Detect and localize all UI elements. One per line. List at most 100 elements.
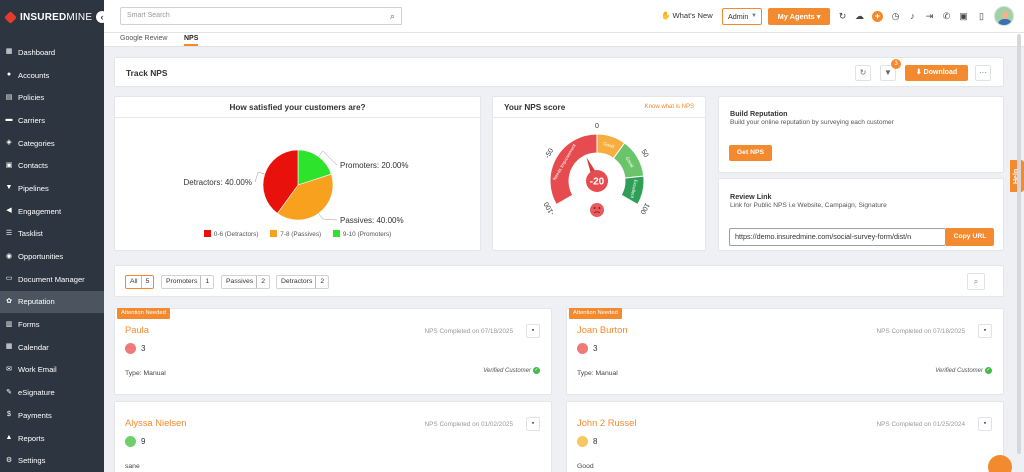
review-url-field[interactable]: https://demo.insuredmine.com/social-surv… bbox=[729, 228, 946, 246]
whats-new-link[interactable]: ✋ What's New bbox=[661, 11, 713, 20]
sidebar-item-label: Work Email bbox=[18, 365, 57, 375]
add-icon[interactable]: + bbox=[872, 11, 883, 22]
sidebar-item-label: eSignature bbox=[18, 388, 55, 398]
nps-card[interactable]: Attention Needed Paula NPS Completed on 07… bbox=[114, 308, 552, 395]
folder-icon: ▭ bbox=[5, 275, 13, 283]
nps-filter-bar: All 5 Promoters 1 Passives 2 Detractors 2 ⌕ bbox=[114, 265, 1004, 297]
sidebar-item-reputation[interactable]: ✿ Reputation bbox=[0, 290, 104, 314]
customer-name[interactable]: John 2 Russel bbox=[577, 417, 636, 428]
mail-icon: ✉ bbox=[6, 365, 12, 373]
legend-passives[interactable]: 7-8 (Passives) bbox=[270, 230, 321, 238]
brand-name-light: MINE bbox=[66, 11, 93, 23]
filter-count-badge: 3 bbox=[891, 59, 901, 69]
sidebar-item-label: Payments bbox=[18, 410, 52, 420]
my-agents-button[interactable]: My Agents ▾ bbox=[768, 8, 830, 25]
search-icon[interactable]: ⌕ bbox=[967, 273, 985, 290]
refresh-button[interactable]: ↻ bbox=[855, 65, 871, 81]
gauge-tick-label: 0 bbox=[595, 123, 599, 130]
filter-promoters[interactable]: Promoters 1 bbox=[161, 275, 215, 289]
sidebar-item-dashboard[interactable]: ▦ Dashboard bbox=[0, 41, 104, 64]
search-icon[interactable]: ⌕ bbox=[384, 7, 402, 25]
copy-url-button[interactable]: Copy URL bbox=[946, 228, 994, 246]
gauge-tick-label: -100 bbox=[543, 200, 556, 216]
refresh-icon[interactable]: ↻ bbox=[837, 11, 848, 22]
check-icon: ✓ bbox=[985, 367, 992, 374]
sidebar-item-tasklist[interactable]: ☰ Tasklist bbox=[0, 223, 104, 246]
delete-icon[interactable]: ▪ bbox=[978, 417, 992, 431]
filter-all[interactable]: All 5 bbox=[125, 275, 155, 289]
clock-icon[interactable]: ◷ bbox=[890, 11, 901, 22]
sidebar-item-payments[interactable]: $ Payments bbox=[0, 404, 104, 427]
nps-score-value: -20 bbox=[590, 177, 605, 188]
sidebar-item-document-manager[interactable]: ▭ Document Manager bbox=[0, 268, 104, 291]
get-nps-button[interactable]: Get NPS bbox=[729, 145, 772, 161]
download-button[interactable]: ⬇ Download bbox=[905, 65, 968, 81]
reputation-tabs: Google Review NPS bbox=[104, 33, 1024, 47]
filter-detractors[interactable]: Detractors 2 bbox=[276, 275, 330, 289]
sidebar-item-pipelines[interactable]: ▼ Pipelines bbox=[0, 177, 104, 200]
filter-passives[interactable]: Passives 2 bbox=[221, 275, 270, 289]
bell-icon[interactable]: ♪ bbox=[907, 11, 918, 22]
logout-icon[interactable]: ⇥ bbox=[924, 11, 935, 22]
bulb-icon: ◉ bbox=[5, 252, 13, 260]
completed-date: NPS Completed on 07/18/2025 bbox=[424, 328, 513, 335]
sidebar-item-label: Policies bbox=[18, 93, 45, 103]
search-input[interactable]: Smart Search bbox=[120, 7, 402, 25]
delete-icon[interactable]: ▪ bbox=[978, 324, 992, 338]
more-options-button[interactable]: ··· bbox=[975, 65, 991, 81]
truck-icon: ▬ bbox=[5, 116, 13, 124]
nps-card[interactable]: Attention Needed Joan Burton NPS Completed… bbox=[566, 308, 1004, 395]
nps-card[interactable]: Alyssa Nielsen NPS Completed on 01/02/202… bbox=[114, 401, 552, 472]
build-reputation-subtitle: Build your online reputation by surveyin… bbox=[730, 119, 894, 126]
customer-name[interactable]: Joan Burton bbox=[577, 324, 628, 335]
chip-icon[interactable]: ▣ bbox=[958, 11, 969, 22]
sidebar-item-accounts[interactable]: ● Accounts bbox=[0, 64, 104, 87]
legend-promoters[interactable]: 9-10 (Promoters) bbox=[332, 230, 391, 238]
scrollbar[interactable] bbox=[1017, 34, 1021, 454]
response-type: sane bbox=[125, 463, 140, 470]
sidebar-item-forms[interactable]: ▥ Forms bbox=[0, 313, 104, 336]
sidebar-item-reports[interactable]: ▲ Reports bbox=[0, 427, 104, 450]
tab-nps[interactable]: NPS bbox=[184, 35, 199, 46]
happy-face-icon bbox=[125, 436, 136, 447]
cloud-icon[interactable]: ☁ bbox=[854, 11, 865, 22]
customer-name[interactable]: Alyssa Nielsen bbox=[125, 417, 186, 428]
search-placeholder: Smart Search bbox=[127, 12, 170, 19]
gauge-tick-label: 50 bbox=[639, 149, 649, 159]
nps-score-value: 8 bbox=[593, 437, 598, 446]
sidebar-item-calendar[interactable]: ▦ Calendar bbox=[0, 336, 104, 359]
nps-card[interactable]: John 2 Russel NPS Completed on 01/25/2024… bbox=[566, 401, 1004, 472]
response-type: Good bbox=[577, 463, 594, 470]
sidebar-item-opportunities[interactable]: ◉ Opportunities bbox=[0, 245, 104, 268]
know-nps-link[interactable]: Know what is NPS bbox=[645, 104, 694, 110]
pie-leader-line bbox=[318, 213, 338, 221]
role-select[interactable]: Admin ▼ bbox=[722, 8, 762, 25]
dashboard-icon: ▦ bbox=[5, 48, 13, 56]
delete-icon[interactable]: ▪ bbox=[526, 417, 540, 431]
mobile-icon[interactable]: ▯ bbox=[976, 11, 987, 22]
review-link-subtitle: Link for Public NPS i.e Website, Campaig… bbox=[730, 202, 887, 209]
tab-google-review[interactable]: Google Review bbox=[120, 35, 167, 42]
sidebar-item-categories[interactable]: ◈ Categories bbox=[0, 132, 104, 155]
sidebar-item-esignature[interactable]: ✎ eSignature bbox=[0, 381, 104, 404]
sidebar-item-contacts[interactable]: ▣ Contacts bbox=[0, 154, 104, 177]
sidebar-item-label: Contacts bbox=[18, 161, 48, 171]
sidebar-item-settings[interactable]: ⚙ Settings bbox=[0, 449, 104, 472]
chat-icon[interactable] bbox=[988, 455, 1012, 472]
sidebar-item-label: Carriers bbox=[18, 115, 46, 125]
legend-detractors[interactable]: 0-6 (Detractors) bbox=[203, 230, 259, 238]
calendar-icon: ▦ bbox=[5, 343, 13, 351]
avatar[interactable] bbox=[994, 6, 1014, 26]
sidebar-item-policies[interactable]: ▤ Policies bbox=[0, 86, 104, 109]
brand-logo[interactable]: INSURED MINE bbox=[4, 8, 93, 26]
sidebar-item-engagement[interactable]: ◀ Engagement bbox=[0, 200, 104, 223]
sidebar-item-label: Reports bbox=[18, 433, 45, 443]
sidebar-item-work-email[interactable]: ✉ Work Email bbox=[0, 359, 104, 382]
satisfaction-pie-chart: Promoters: 20.00% Passives: 40.00% Detract… bbox=[184, 149, 408, 225]
delete-icon[interactable]: ▪ bbox=[526, 324, 540, 338]
sidebar-item-carriers[interactable]: ▬ Carriers bbox=[0, 109, 104, 132]
customer-name[interactable]: Paula bbox=[125, 324, 149, 335]
build-reputation-title: Build Reputation bbox=[730, 109, 788, 118]
phone-icon[interactable]: ✆ bbox=[941, 11, 952, 22]
gauge-tick-label: 100 bbox=[638, 202, 650, 216]
